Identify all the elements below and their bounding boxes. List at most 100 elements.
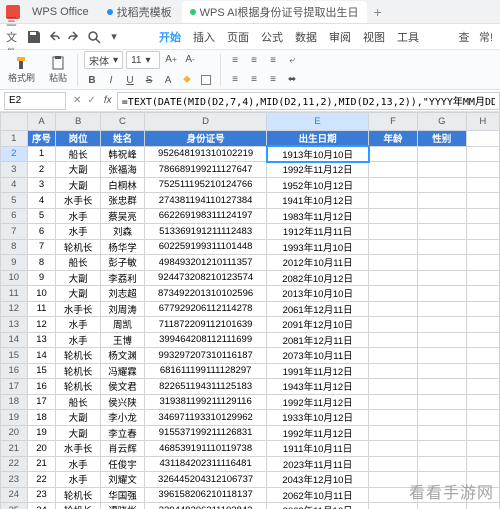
row-header[interactable]: 11 (1, 286, 28, 302)
bold-button[interactable]: B (84, 72, 100, 88)
align-left-icon[interactable]: ≡ (227, 71, 243, 87)
align-top-icon[interactable]: ≡ (227, 52, 243, 68)
table-row[interactable]: 11 10大副刘志超 8734922013101025962013年10月10日 (1, 286, 500, 302)
row-header[interactable]: 14 (1, 332, 28, 348)
row-header[interactable]: 8 (1, 239, 28, 255)
ribbon-tab-start[interactable]: 开始 (153, 29, 187, 45)
row-header[interactable]: 23 (1, 472, 28, 488)
table-row[interactable]: 10 9大副李荔利 9244732082101235742082年10月12日 (1, 270, 500, 286)
row-header[interactable]: 20 (1, 425, 28, 441)
row-header[interactable]: 18 (1, 394, 28, 410)
search-icon[interactable] (86, 29, 102, 45)
search-shortcut[interactable]: 查 (456, 29, 472, 45)
table-row[interactable]: 21 20水手长肖云辉 4685391911101197381911年10月11… (1, 441, 500, 457)
table-row[interactable]: 17 16轮机长侯文君 8226511943111251831943年11月12… (1, 379, 500, 395)
ribbon-tab-formula[interactable]: 公式 (255, 29, 289, 45)
ribbon-tab-tools[interactable]: 工具 (391, 29, 425, 45)
underline-button[interactable]: U (122, 72, 138, 88)
format-painter-button[interactable]: 格式刷 (4, 53, 39, 86)
merge-cells-icon[interactable]: ⬌ (284, 71, 300, 87)
row-header[interactable]: 2 (1, 146, 28, 162)
table-row[interactable]: 14 13水手王博 3994642081121116992081年12月11日 (1, 332, 500, 348)
ribbon-tab-view[interactable]: 视图 (357, 29, 391, 45)
table-row[interactable]: 6 5水手蔡吴亮 6622691983111241971983年11月12日 (1, 208, 500, 224)
col-header[interactable]: C (100, 113, 144, 131)
font-color-button[interactable]: A (160, 72, 176, 88)
row-header[interactable]: 3 (1, 162, 28, 178)
row-header[interactable]: 17 (1, 379, 28, 395)
increase-font-icon[interactable]: A+ (163, 51, 179, 67)
dropdown-icon[interactable]: ▾ (106, 29, 122, 45)
table-row[interactable]: 19 18大副李小龙 3469711933101299621933年10月12日 (1, 410, 500, 426)
col-header[interactable]: H (466, 113, 499, 131)
table-row[interactable]: 4 3大副白桐林 7525111952101247661952年10月12日 (1, 177, 500, 193)
ribbon-tab-review[interactable]: 审阅 (323, 29, 357, 45)
spreadsheet-grid[interactable]: A B C D E F G H 1 序号 岗位 姓名 身份证号 出生日期 (0, 112, 500, 509)
row-header[interactable]: 5 (1, 193, 28, 209)
accept-formula-icon[interactable]: ✓ (84, 95, 98, 106)
align-center-icon[interactable]: ≡ (246, 71, 262, 87)
row-header[interactable]: 19 (1, 410, 28, 426)
row-header[interactable]: 12 (1, 301, 28, 317)
col-header[interactable]: E (267, 113, 369, 131)
table-row[interactable]: 3 2大副张福海 7866891992111276471992年11月12日 (1, 162, 500, 178)
col-header[interactable]: B (56, 113, 100, 131)
fill-color-button[interactable] (179, 72, 195, 88)
ribbon-tab-insert[interactable]: 插入 (187, 29, 221, 45)
new-tab-button[interactable]: + (369, 4, 387, 20)
row-header[interactable]: 24 (1, 487, 28, 503)
align-middle-icon[interactable]: ≡ (246, 52, 262, 68)
border-button[interactable] (198, 72, 214, 88)
name-box[interactable] (4, 92, 66, 110)
row-header[interactable]: 7 (1, 224, 28, 240)
row-header[interactable]: 6 (1, 208, 28, 224)
file-menu[interactable]: 三 文件 (6, 29, 22, 45)
undo-icon[interactable] (46, 29, 62, 45)
row-header[interactable]: 15 (1, 348, 28, 364)
table-header-row[interactable]: 1 序号 岗位 姓名 身份证号 出生日期 年龄 性别 (1, 131, 500, 147)
font-size-select[interactable]: 11▾ (126, 51, 160, 69)
table-row[interactable]: 5 4水手长张忠群 2743811941101273841941年10月12日 (1, 193, 500, 209)
ribbon-tab-data[interactable]: 数据 (289, 29, 323, 45)
row-header[interactable]: 1 (1, 131, 28, 147)
italic-button[interactable]: I (103, 72, 119, 88)
row-header[interactable]: 16 (1, 363, 28, 379)
fx-icon[interactable]: fx (99, 95, 117, 106)
ribbon-tab-page[interactable]: 页面 (221, 29, 255, 45)
table-row[interactable]: 2 1船长韩祝峰 9526481913101022191913年10月10日 (1, 146, 500, 162)
row-header[interactable]: 10 (1, 270, 28, 286)
title-tab-document[interactable]: WPS AI根据身份证号提取出生日 (182, 1, 367, 23)
paste-button[interactable]: 粘贴 (45, 53, 71, 86)
col-header[interactable]: F (369, 113, 418, 131)
row-header[interactable]: 22 (1, 456, 28, 472)
table-row[interactable]: 18 17船长侯兴陕 3193811992111291161992年11月12日 (1, 394, 500, 410)
table-row[interactable]: 9 8船长彭子敏 4984932012101113572012年10月11日 (1, 255, 500, 271)
col-header[interactable]: A (27, 113, 56, 131)
row-header[interactable]: 21 (1, 441, 28, 457)
redo-icon[interactable] (66, 29, 82, 45)
table-row[interactable]: 25 24轮机长谭晓彬 3294482062111038432062年11月10… (1, 503, 500, 509)
table-row[interactable]: 16 15轮机长冯耀霖 6816111991111282971991年11月12… (1, 363, 500, 379)
align-bottom-icon[interactable]: ≡ (265, 52, 281, 68)
options-shortcut[interactable]: 常! (478, 29, 494, 45)
formula-input[interactable] (117, 92, 500, 110)
save-icon[interactable] (26, 29, 42, 45)
row-header[interactable]: 9 (1, 255, 28, 271)
table-row[interactable]: 13 12水手周凯 7118722091121016392091年12月10日 (1, 317, 500, 333)
col-header[interactable]: D (145, 113, 267, 131)
title-tab-wps[interactable]: WPS Office (24, 1, 97, 23)
row-header[interactable]: 25 (1, 503, 28, 509)
select-all-corner[interactable] (1, 113, 28, 131)
col-header[interactable]: G (417, 113, 466, 131)
row-header[interactable]: 4 (1, 177, 28, 193)
font-select[interactable]: 宋体▾ (84, 51, 123, 69)
table-row[interactable]: 20 19大副李立春 9155371992111268311992年11月12日 (1, 425, 500, 441)
wrap-text-icon[interactable]: ⤶ (284, 52, 300, 68)
decrease-font-icon[interactable]: A- (182, 51, 198, 67)
table-row[interactable]: 15 14轮机长杨文渊 9932972073101161872073年10月11… (1, 348, 500, 364)
align-right-icon[interactable]: ≡ (265, 71, 281, 87)
row-header[interactable]: 13 (1, 317, 28, 333)
table-row[interactable]: 12 11水手长刘周涛 6779292061121142782061年12月11… (1, 301, 500, 317)
table-row[interactable]: 22 21水手任俊宇 4311842023111164812023年11月11日 (1, 456, 500, 472)
cancel-formula-icon[interactable]: ✕ (70, 95, 84, 106)
